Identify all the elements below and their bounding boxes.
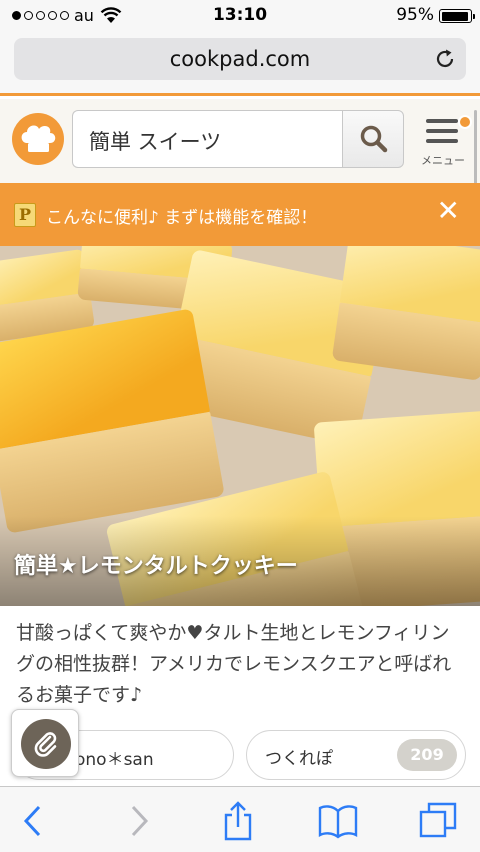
status-bar: au 13:10 95%: [0, 0, 480, 30]
search-input[interactable]: 簡単 スイーツ: [72, 110, 342, 168]
menu-label: メニュー: [421, 154, 465, 167]
share-icon[interactable]: [218, 801, 258, 841]
bookmarks-icon[interactable]: [318, 801, 358, 841]
point-icon: [14, 203, 36, 227]
recipe-title[interactable]: 簡単★レモンタルトクッキー: [14, 548, 298, 580]
tsukurepo-button[interactable]: つくれぽ 209: [246, 730, 466, 780]
search-query[interactable]: 簡単 スイーツ: [89, 126, 221, 156]
site-header: 簡単 スイーツ メニュー: [0, 99, 480, 183]
banner-text[interactable]: こんなに便利♪ まずは機能を確認！: [46, 203, 317, 228]
battery-icon: [439, 9, 475, 23]
search-button[interactable]: [342, 110, 404, 168]
author-name: ono＊san: [75, 750, 154, 770]
recipe-hero-image[interactable]: 簡単★レモンタルトクッキー: [0, 246, 480, 606]
chef-hat-icon: [21, 125, 56, 152]
banner-close-button[interactable]: ✕: [437, 197, 460, 225]
clip-button[interactable]: [11, 709, 79, 777]
promo-banner[interactable]: こんなに便利♪ まずは機能を確認！ ✕: [0, 183, 480, 246]
search-icon: [360, 125, 388, 153]
notification-badge: [458, 115, 472, 129]
clip-circle: [21, 719, 71, 769]
back-icon[interactable]: [14, 801, 54, 841]
browser-toolbar: [0, 786, 480, 852]
cookpad-logo[interactable]: [12, 113, 64, 165]
address-bar[interactable]: cookpad.com: [14, 38, 466, 80]
url-text[interactable]: cookpad.com: [14, 47, 466, 71]
tsukurepo-count: 209: [397, 739, 457, 771]
reload-icon[interactable]: [434, 48, 456, 70]
tabs-icon[interactable]: [418, 801, 458, 841]
recipe-description: 甘酸っぱくて爽やか♥タルト生地とレモンフィリングの相性抜群！アメリカでレモンスク…: [16, 622, 452, 706]
menu-button[interactable]: メニュー: [414, 111, 472, 171]
battery-percentage: 95%: [396, 5, 434, 25]
tsukurepo-label: つくれぽ: [265, 749, 333, 769]
forward-icon[interactable]: [118, 801, 158, 841]
paperclip-icon: [34, 732, 57, 757]
browser-address-area: cookpad.com: [0, 30, 480, 96]
hamburger-icon: [426, 119, 458, 149]
